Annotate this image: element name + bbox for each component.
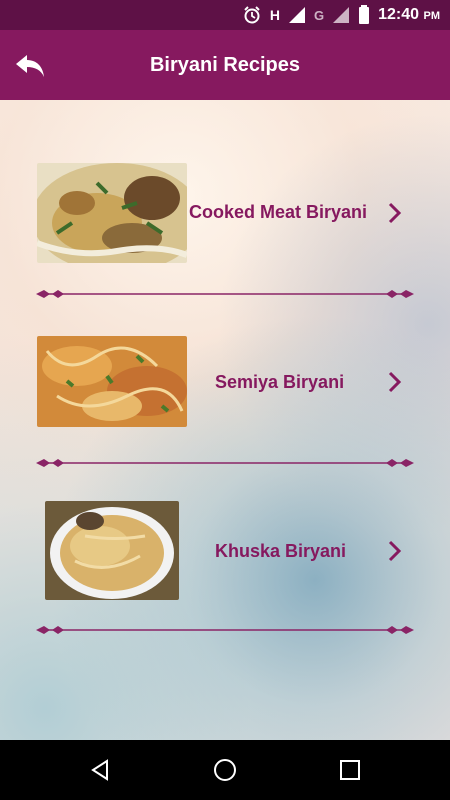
recipe-item-khuska-biryani[interactable]: Khuska Biryani [0, 500, 450, 610]
status-bar: H G 12:40 PM [0, 0, 450, 30]
recipe-thumbnail [45, 501, 179, 600]
chevron-right-icon [388, 371, 402, 393]
back-triangle-icon [91, 759, 108, 781]
recents-square-icon [340, 760, 360, 780]
biryani-photo [37, 163, 187, 263]
battery-icon [359, 5, 370, 24]
page-title: Biryani Recipes [149, 54, 301, 76]
chevron-right-icon [388, 540, 402, 562]
recipe-thumbnail [37, 163, 187, 263]
clock: 12:40 PM [378, 6, 440, 24]
recipe-label: Cooked Meat Biryani [189, 202, 368, 222]
recipe-item-semiya-biryani[interactable]: Semiya Biryani [0, 332, 450, 442]
nav-back-button[interactable] [85, 755, 115, 785]
recipe-label: Semiya Biryani [215, 372, 345, 392]
clock-ampm: PM [423, 10, 441, 22]
recipe-item-cooked-meat-biryani[interactable]: Cooked Meat Biryani [0, 160, 450, 270]
ornamental-divider [36, 459, 414, 467]
recipe-thumbnail [37, 336, 187, 427]
recipe-label: Khuska Biryani [215, 541, 347, 561]
nav-home-button[interactable] [210, 755, 240, 785]
signal-icon [333, 7, 350, 23]
network-type-g: G [314, 7, 325, 23]
recipe-list[interactable]: Cooked Meat Biryani Semiya Biryani Khusk… [0, 100, 450, 740]
app-bar: Biryani Recipes [0, 30, 450, 100]
chevron-right-icon [388, 202, 402, 224]
biryani-photo [37, 336, 187, 427]
biryani-photo [45, 501, 179, 600]
signal-icon [289, 7, 305, 23]
ornamental-divider [36, 290, 414, 298]
clock-time: 12:40 [378, 6, 420, 23]
system-nav-bar [0, 740, 450, 800]
network-type-h: H [269, 7, 280, 23]
ornamental-divider [36, 626, 414, 634]
alarm-icon [244, 6, 260, 24]
status-icons: H G 12:40 PM [242, 0, 440, 30]
home-circle-icon [214, 759, 236, 781]
nav-recents-button[interactable] [335, 755, 365, 785]
